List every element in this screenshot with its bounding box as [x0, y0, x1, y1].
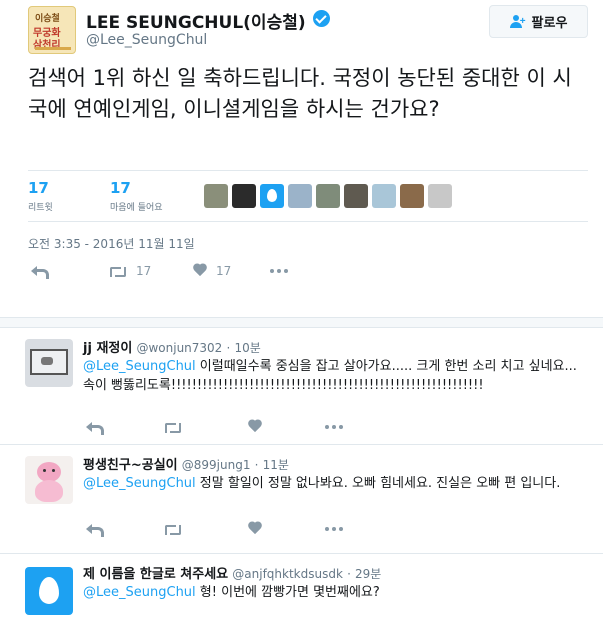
avatar-text-1: 이승철 [35, 14, 60, 24]
heart-icon [247, 420, 263, 434]
tweet-stats: 17 리트윗 17 마음에 들어요 [28, 170, 588, 222]
reply-handle[interactable]: @899jung1 [182, 458, 251, 472]
liker-avatar-person[interactable] [288, 184, 312, 208]
reply-handle[interactable]: @anjfqhktkdsusdk [232, 567, 343, 581]
reply-body: 형! 이번에 깜빵가면 몇번째에요? [195, 585, 380, 600]
follow-user-icon: + [509, 14, 526, 29]
liker-avatar-sky[interactable] [372, 184, 396, 208]
reply-header: 제 이름을 한글로 쳐주세요 @anjfqhktkdsusdk · 29분 [83, 563, 381, 582]
verified-badge-icon [313, 10, 330, 27]
liker-avatar-cat[interactable] [344, 184, 368, 208]
user-name[interactable]: LEE SEUNGCHUL(이승철) [86, 8, 306, 33]
heart-icon [247, 522, 263, 536]
reply-actions [83, 420, 383, 438]
reply-avatar[interactable] [25, 456, 73, 504]
like-button[interactable] [247, 420, 263, 434]
more-button[interactable] [325, 420, 343, 434]
liker-avatar-sketch[interactable] [428, 184, 452, 208]
more-options-icon [325, 420, 343, 434]
reply-body: 정말 할일이 정말 없나봐요. 오빠 힘네세요. 진실은 오빠 편 입니다. [195, 476, 561, 491]
retweet-icon [108, 264, 128, 278]
reply-icon [85, 420, 104, 435]
liker-avatar-brown[interactable] [400, 184, 424, 208]
reply-name[interactable]: jj 재정이 [83, 341, 132, 356]
follow-label: 팔로우 [531, 15, 568, 30]
heart-icon [192, 264, 208, 278]
avatar-decoration [35, 47, 71, 50]
reply-tweet[interactable]: jj 재정이 @wonjun7302 · 10분 @Lee_SeungChul … [0, 329, 603, 445]
more-options-icon [270, 264, 288, 278]
section-divider [0, 318, 603, 328]
reply-time-separator: · [347, 567, 351, 581]
retweets-count: 17 [28, 179, 49, 197]
reply-tweet[interactable]: 평생친구~공실이 @899jung1 · 11분 @Lee_SeungChul … [0, 446, 603, 554]
likes-count: 17 [110, 179, 131, 197]
like-button[interactable] [247, 522, 263, 536]
more-button[interactable] [325, 522, 343, 536]
profile-avatar[interactable]: 이승철 무궁화 삼천리 [28, 6, 76, 54]
retweets-label: 리트윗 [28, 203, 53, 213]
mention-link[interactable]: @Lee_SeungChul [83, 359, 196, 374]
retweet-icon [163, 420, 183, 434]
reply-handle[interactable]: @wonjun7302 [136, 341, 222, 355]
reply-header: jj 재정이 @wonjun7302 · 10분 [83, 337, 261, 356]
reply-time[interactable]: 10분 [234, 341, 260, 355]
more-options-icon [325, 522, 343, 536]
retweet-button[interactable] [163, 420, 183, 434]
tweet-text: 검색어 1위 하신 일 축하드립니다. 국정이 농단된 중대한 이 시국에 연예… [28, 66, 572, 121]
retweet-icon [163, 522, 183, 536]
liker-avatar-1[interactable] [204, 184, 228, 208]
egg-avatar-icon[interactable] [260, 184, 284, 208]
reply-header: 평생친구~공실이 @899jung1 · 11분 [83, 454, 289, 473]
reply-button[interactable] [85, 522, 104, 537]
reply-time-separator: · [226, 341, 231, 355]
retweet-count: 17 [136, 264, 152, 278]
egg-avatar-icon[interactable] [25, 567, 73, 615]
reply-actions [83, 522, 383, 540]
reply-button[interactable] [30, 264, 49, 279]
reply-button[interactable] [85, 420, 104, 435]
reply-text: @Lee_SeungChul 정말 할일이 정말 없나봐요. 오빠 힘네세요. … [83, 474, 588, 493]
likes-label: 마음에 들어요 [110, 203, 163, 213]
like-button[interactable]: 17 [192, 264, 231, 278]
reply-text: @Lee_SeungChul 형! 이번에 깜빵가면 몇번째에요? [83, 583, 588, 602]
reply-name[interactable]: 평생친구~공실이 [83, 458, 178, 473]
reply-avatar[interactable] [25, 339, 73, 387]
liker-avatar-panda[interactable] [232, 184, 256, 208]
reply-time-separator: · [254, 458, 259, 472]
reply-text: @Lee_SeungChul 이럴때일수록 중심을 잡고 살아가요..... 크… [83, 357, 588, 395]
mention-link[interactable]: @Lee_SeungChul [83, 585, 196, 600]
likers-avatars [204, 184, 452, 208]
retweet-button[interactable]: 17 [108, 264, 151, 278]
tweet-actions: 17 17 [28, 264, 428, 286]
reply-name[interactable]: 제 이름을 한글로 쳐주세요 [83, 567, 228, 582]
reply-icon [30, 264, 49, 279]
retweets-stat[interactable]: 17 리트윗 [28, 179, 53, 213]
reply-icon [85, 522, 104, 537]
reply-tweet[interactable]: 제 이름을 한글로 쳐주세요 @anjfqhktkdsusdk · 29분 @L… [0, 555, 603, 639]
liker-avatar-landscape[interactable] [316, 184, 340, 208]
screen-name[interactable]: @Lee_SeungChul [86, 32, 207, 48]
likes-stat[interactable]: 17 마음에 들어요 [110, 179, 163, 213]
like-count: 17 [216, 264, 232, 278]
reply-time[interactable]: 11분 [263, 458, 289, 472]
retweet-button[interactable] [163, 522, 183, 536]
tweet-timestamp[interactable]: 오전 3:35 - 2016년 11월 11일 [28, 235, 195, 252]
follow-button[interactable]: + 팔로우 [489, 5, 588, 38]
reply-time[interactable]: 29분 [355, 567, 381, 581]
mention-link[interactable]: @Lee_SeungChul [83, 476, 196, 491]
main-tweet: 이승철 무궁화 삼천리 LEE SEUNGCHUL(이승철) @Lee_Seun… [0, 0, 603, 318]
more-button[interactable] [270, 264, 288, 278]
